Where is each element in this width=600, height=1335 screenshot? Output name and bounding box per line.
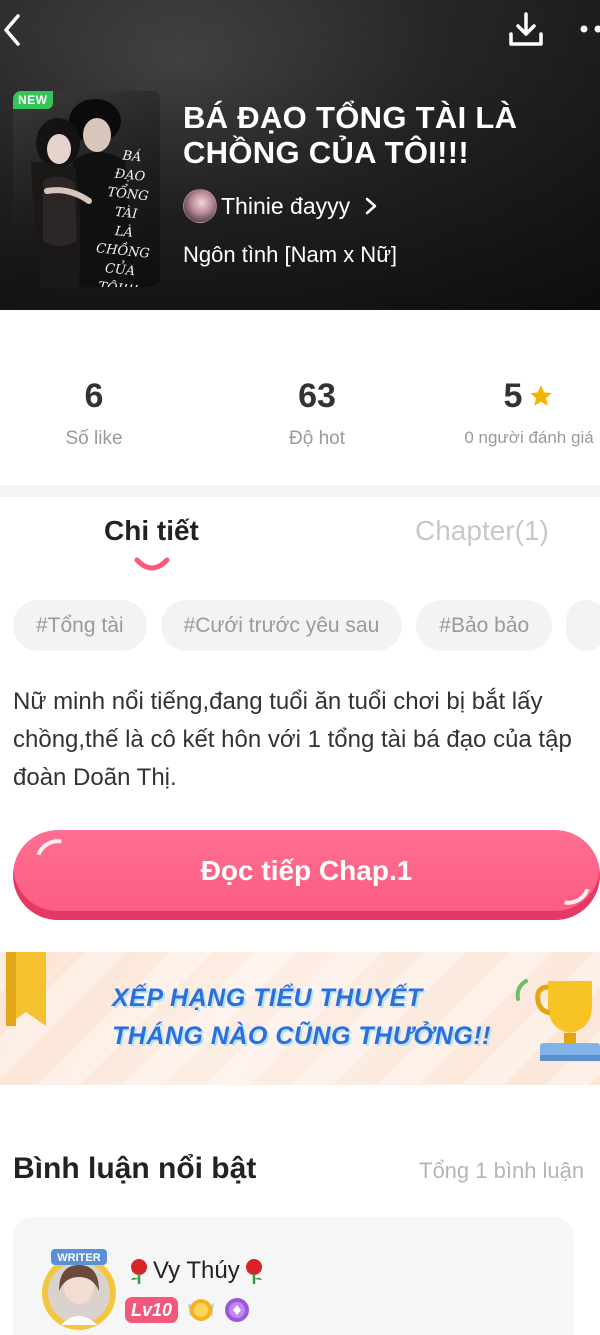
tag-chip-partial[interactable] <box>566 600 600 651</box>
tag-list: #Tổng tài #Cưới trước yêu sau #Bảo bảo <box>13 600 600 652</box>
genre-label: Ngôn tình [Nam x Nữ] <box>183 242 398 267</box>
rating-value-row: 5 <box>458 378 600 414</box>
rose-icon <box>245 1259 262 1284</box>
comment-card[interactable]: WRITER Vy Thúy Lv10 <box>13 1217 574 1335</box>
download-icon <box>509 12 543 46</box>
banner-pattern <box>0 952 600 1085</box>
new-badge: NEW <box>13 91 53 109</box>
ribbon-icon <box>6 952 46 1026</box>
likes-label: Số like <box>65 428 123 449</box>
continue-reading-label: Đọc tiếp Chap.1 <box>200 855 413 886</box>
comments-section-title: Bình luận nổi bật <box>13 1152 257 1185</box>
synopsis-text: Nữ minh nổi tiếng,đang tuổi ăn tuổi chơi… <box>13 688 572 791</box>
back-button[interactable] <box>2 12 36 48</box>
button-shine <box>545 862 597 912</box>
rating-value: 5 <box>503 377 523 415</box>
book-title: BÁ ĐẠO TỔNG TÀI LÀ CHỒNG CỦA TÔI!!! <box>183 100 518 170</box>
banner-line-1: XẾP HẠNG TIỂU THUYẾT <box>112 984 423 1012</box>
stat-hot: 63 Độ hot <box>280 378 354 450</box>
writer-badge-text: WRITER <box>57 1252 100 1264</box>
tag-chip[interactable]: #Tổng tài <box>13 600 147 651</box>
gem-icon <box>225 1298 250 1322</box>
more-button[interactable] <box>578 14 600 44</box>
more-icon <box>580 25 600 33</box>
continue-reading-button[interactable]: Đọc tiếp Chap.1 <box>13 830 600 920</box>
button-shine <box>29 832 81 882</box>
book-cover[interactable]: NEW BÁ ĐẠO TỔNG TÀI LÀ CHỒNG CỦA TÔI!!! <box>13 91 160 287</box>
level-badge: Lv10 <box>125 1297 179 1323</box>
commenter-name: Vy Thúy <box>153 1257 240 1284</box>
author-link[interactable]: Thinie đayyy <box>183 188 378 224</box>
star-icon <box>530 385 553 406</box>
stat-rating[interactable]: 5 0 người đánh giá <box>458 378 600 448</box>
rating-label: 0 người đánh giá <box>464 428 594 447</box>
tab-active-indicator <box>134 557 170 571</box>
author-name: Thinie đayyy <box>221 192 351 219</box>
rose-icon <box>131 1259 147 1284</box>
tab-details[interactable]: Chi tiết <box>104 515 199 547</box>
section-divider <box>0 485 600 497</box>
stat-likes: 6 Số like <box>60 378 128 450</box>
trophy-icon <box>515 979 600 1061</box>
download-button[interactable] <box>506 10 546 50</box>
tag-chip[interactable]: #Bảo bảo <box>416 600 553 651</box>
hot-count: 63 <box>298 377 336 415</box>
commenter-name-row[interactable]: Vy Thúy <box>127 1257 266 1285</box>
chevron-right-icon <box>365 197 377 215</box>
back-icon <box>4 14 20 46</box>
story-header: NEW BÁ ĐẠO TỔNG TÀI LÀ CHỒNG CỦA TÔI!!! … <box>0 0 600 310</box>
medal-icon <box>188 1299 215 1321</box>
ranking-banner[interactable]: XẾP HẠNG TIỂU THUYẾT THÁNG NÀO CŨNG THƯỞ… <box>0 952 600 1085</box>
commenter-avatar[interactable]: WRITER <box>37 1247 121 1331</box>
commenter-badges: Lv10 <box>125 1295 250 1325</box>
likes-count: 6 <box>84 377 104 415</box>
comments-total-link[interactable]: Tổng 1 bình luận <box>419 1158 584 1184</box>
tag-chip[interactable]: #Cưới trước yêu sau <box>160 600 403 651</box>
author-avatar <box>183 189 217 223</box>
banner-line-2: THÁNG NÀO CŨNG THƯỞNG!! <box>112 1022 492 1050</box>
stats-panel: 6 Số like 63 Độ hot 5 0 người đánh giá <box>0 310 600 485</box>
hot-label: Độ hot <box>289 428 345 449</box>
tab-chapters[interactable]: Chapter(1) <box>415 515 549 547</box>
